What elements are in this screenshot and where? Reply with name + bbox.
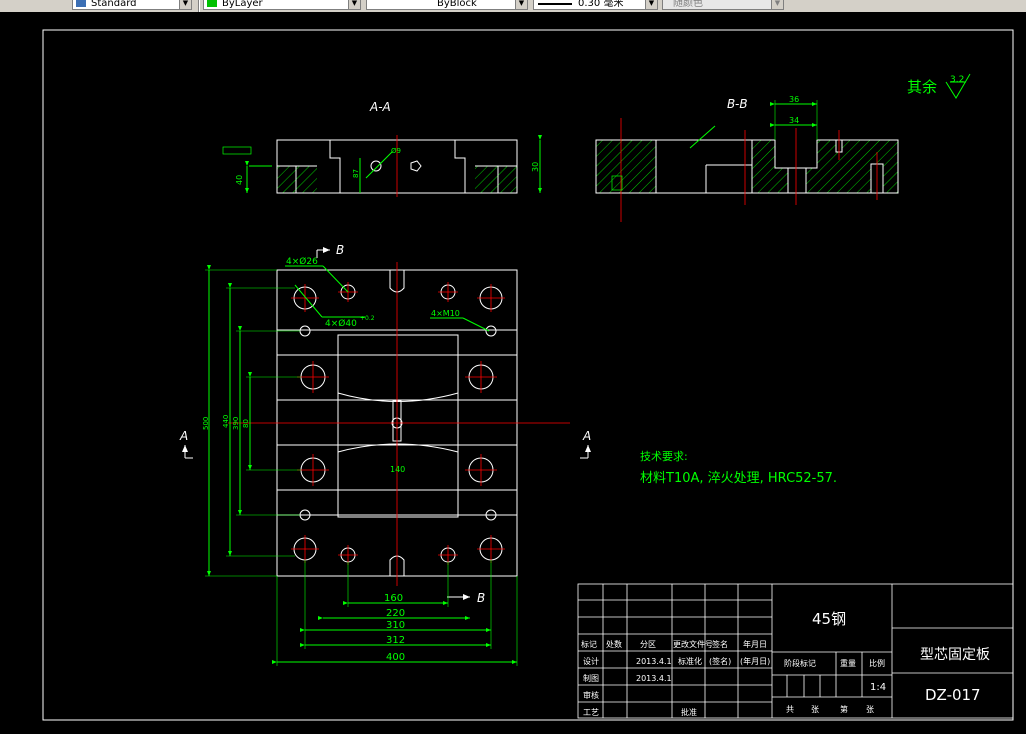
plan-view: A A B B 4×Ø26 4×Ø40 +0.2 4×M10 500 440 3… [179,243,591,666]
hdr-count: 处数 [606,639,622,649]
dim-w220: 220 [386,608,405,619]
footer-no: 第 [840,704,848,714]
layer-combo[interactable]: ByLayer ▼ [203,0,361,10]
linetype-combo[interactable]: ByBlock ▼ [366,0,528,10]
drawing-frame [42,29,1014,721]
row-design-date: 2013.4.1 [636,657,672,666]
chevron-down-icon[interactable]: ▼ [771,0,783,9]
section-bb-label: B-B [727,97,748,111]
callout-holes-40-tol: +0.2 [360,315,375,322]
row-process: 工艺 [583,708,599,717]
dim-c140: 140 [390,465,405,474]
lineweight-combo[interactable]: 0.30 毫米 ▼ [533,0,658,10]
part-name: 型芯固定板 [920,647,990,663]
roughness-note: 其余 [907,78,937,96]
footer-sheets: 张 [811,705,819,714]
section-aa-label: A-A [369,100,391,114]
plot-style-value: 随颜色 [673,0,703,9]
hdr-mark: 标记 [581,639,597,649]
hdr-docno: 更改文件号 [673,639,713,649]
chevron-down-icon[interactable]: ▼ [348,0,360,9]
material-label: 45钢 [812,610,846,628]
dim-aa-40: 40 [235,175,244,185]
row-check: 审核 [583,690,599,700]
arrow-b-top: B [336,243,344,257]
chevron-down-icon[interactable]: ▼ [179,0,191,9]
hdr-sign: 签名 [712,639,728,649]
arrow-b-bottom: B [477,591,485,605]
row-draw-date: 2013.4.1 [636,674,672,683]
chevron-down-icon[interactable]: ▼ [645,0,657,9]
text-style-value: Standard [91,0,137,9]
row-standard: 标准化 [678,656,702,666]
dim-aa-87: 87 [352,169,360,178]
plot-style-combo[interactable]: 随颜色 ▼ [662,0,784,10]
layer-value: ByLayer [222,0,263,9]
tech-req-body: 材料T10A, 淬火处理, HRC52-57. [640,471,837,486]
dim-w160: 160 [384,593,403,604]
row-design: 设计 [583,656,599,666]
dim-w400: 400 [386,652,405,663]
arrow-a-left: A [179,429,188,443]
drawing-svg: 其余 3.2 A-A 40 30 87 Ø9 B-B 36 34 A A B B… [42,29,1014,721]
dim-h80: 80 [242,419,250,428]
hdr-date: 年月日 [743,639,767,649]
section-bb-view: B-B 36 34 [595,95,899,222]
row-weight: 重量 [840,658,856,668]
linetype-value: ByBlock [437,0,477,9]
row-sign: (签名) [709,656,731,666]
footer-total: 共 [786,705,794,714]
tech-req-title: 技术要求: [640,450,688,463]
dim-w312: 312 [386,635,405,646]
drawing-canvas[interactable]: 其余 3.2 A-A 40 30 87 Ø9 B-B 36 34 A A B B… [0,12,1026,730]
dim-h500: 500 [202,417,210,430]
row-approve: 批准 [681,707,697,717]
scale-value: 1:4 [870,682,886,693]
hdr-zone: 分区 [640,640,656,649]
centerlines [228,262,570,586]
toolbar-separator [198,0,200,12]
row-stage: 阶段标记 [784,658,816,668]
callout-holes-26: 4×Ø26 [286,256,318,267]
lineweight-icon [538,3,572,5]
dim-aa-30: 30 [531,162,540,172]
callout-holes-40: 4×Ø40 [325,318,357,329]
row-scale: 比例 [869,658,885,668]
dim-bb-36: 36 [789,95,799,104]
callout-holes-m10: 4×M10 [431,309,460,318]
footer-sheet: 张 [866,705,874,714]
text-style-combo[interactable]: Standard ▼ [72,0,192,10]
text-style-icon [76,0,86,7]
dim-w310: 310 [386,620,405,631]
row-draw: 制图 [583,673,599,683]
aa-datum-box [222,146,252,155]
chevron-down-icon[interactable]: ▼ [515,0,527,9]
section-aa-view: A-A 40 30 87 Ø9 [222,100,542,197]
title-block-text: 45钢 型芯固定板 DZ-017 1:4 标记 处数 分区 更改文件号 签名 年… [581,610,990,717]
dim-aa-hole: Ø9 [391,147,401,155]
roughness-value: 3.2 [950,75,964,85]
drawing-number: DZ-017 [925,686,981,704]
row-ymd: (年月日) [740,656,770,666]
dim-h390: 390 [232,417,240,430]
dim-h440: 440 [222,415,230,428]
dim-bb-34: 34 [789,116,799,125]
arrow-a-right: A [582,429,591,443]
lineweight-value: 0.30 毫米 [578,0,624,9]
color-swatch-icon [207,0,217,7]
